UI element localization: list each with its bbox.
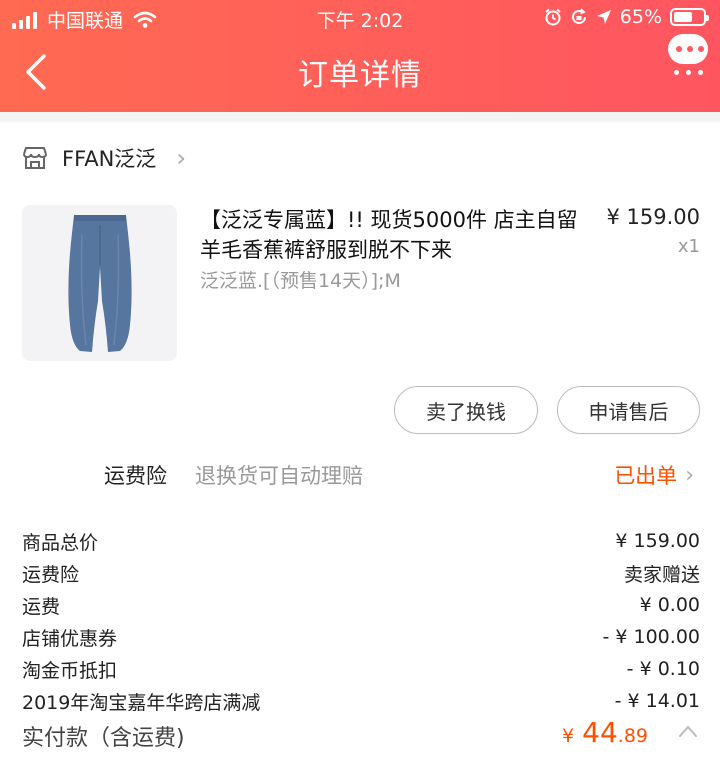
shop-link[interactable]: FFAN泛泛 › [22,140,186,176]
product-title[interactable]: 【泛泛专属蓝】!! 现货5000件 店主自留羊毛香蕉裤舒服到脱不下来 [200,205,590,265]
summary-row: 运费 ¥ 0.00 [22,589,700,621]
battery-percent: 65% [619,6,662,28]
more-dots [674,70,703,75]
page-title: 订单详情 [298,58,422,93]
total-integer: 44 [582,716,618,749]
summary-label: 商品总价 [22,531,99,554]
total-amount: ¥ 44 .89 [562,716,648,749]
status-bar: 中国联通 下午 2:02 65% [0,0,720,34]
chevron-right-icon: › [685,462,694,488]
summary-row: 2019年淘宝嘉年华跨店满减 - ¥ 14.01 [22,685,700,717]
total-decimal: .89 [617,725,648,747]
summary-label: 运费 [22,595,61,618]
summary-value: 卖家赠送 [623,563,700,586]
bubble-dots [676,46,704,52]
summary-value: ¥ 159.00 [615,530,700,552]
shop-name: FFAN泛泛 [62,147,157,171]
store-icon [23,147,47,169]
summary-label: 运费险 [22,563,80,586]
after-sale-button[interactable]: 申请售后 [557,386,700,434]
summary-value: - ¥ 100.00 [602,626,700,648]
insurance-label: 运费险 [104,464,167,488]
summary-label: 店铺优惠券 [22,627,118,650]
summary-label: 淘金币抵扣 [22,659,118,682]
total-currency: ¥ [562,725,575,747]
trousers-image [68,215,132,352]
rotation-lock-icon [571,8,586,24]
product-spec: 泛泛蓝.[（预售14天）];M [200,270,401,292]
summary-label: 2019年淘宝嘉年华跨店满减 [22,691,261,714]
chevron-up-icon[interactable] [678,724,698,738]
location-arrow-icon [596,10,611,24]
battery-icon [670,8,709,26]
product-quantity: x1 [677,236,700,257]
header-bar: 中国联通 下午 2:02 65% 订单详情 [0,0,720,112]
chevron-right-icon: › [176,144,186,172]
summary-row: 运费险 卖家赠送 [22,557,700,589]
insurance-status-link[interactable]: 已出单 › [614,460,694,490]
sell-button[interactable]: 卖了换钱 [394,386,538,434]
total-row[interactable]: 实付款（含运费) ¥ 44 .89 [22,716,700,754]
summary-value: - ¥ 14.01 [614,690,700,712]
status-right: 65% [544,6,709,28]
alarm-icon [545,8,561,26]
summary-row: 淘金币抵扣 - ¥ 0.10 [22,653,700,685]
insurance-description: 退换货可自动理赔 [195,464,363,488]
product-image[interactable] [22,205,177,361]
battery-fill [674,12,693,22]
product-price: ¥ 159.00 [606,205,700,229]
summary-row: 商品总价 ¥ 159.00 [22,525,700,557]
insurance-status: 已出单 [614,464,678,488]
summary-row: 店铺优惠券 - ¥ 100.00 [22,621,700,653]
total-label: 实付款（含运费) [22,726,185,751]
section-divider [0,112,720,122]
summary-value: ¥ 0.00 [639,594,700,616]
summary-value: - ¥ 0.10 [626,658,700,680]
more-options-icon[interactable] [668,34,708,76]
